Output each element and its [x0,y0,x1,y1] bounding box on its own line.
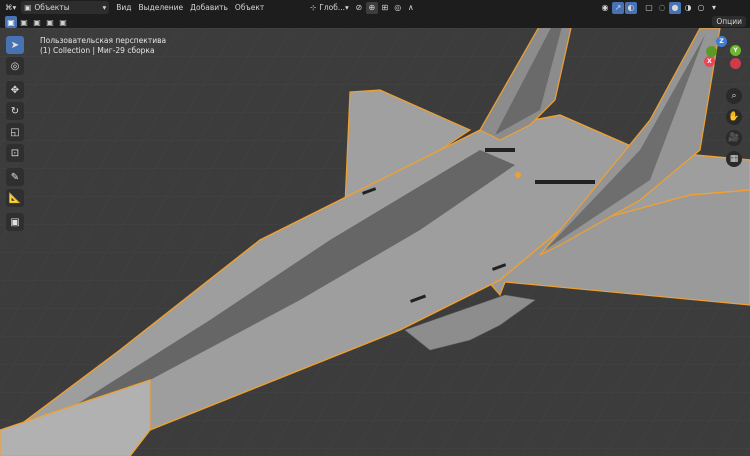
menu-add[interactable]: Добавить [190,3,228,12]
select-extend-icon[interactable]: ▣ [18,16,30,28]
visibility-icon[interactable]: ◉ [599,2,611,14]
gizmo-x-axis[interactable]: X [704,56,715,67]
proportional-edit-icon[interactable]: ◎ [392,2,404,14]
cursor-tool[interactable]: ◎ [6,57,24,75]
wireframe-shading-icon[interactable]: ◌ [656,2,668,14]
viewport-info: Пользовательская перспектива (1) Collect… [40,36,166,56]
gizmo-x-label: X [707,58,712,65]
move-tool[interactable]: ✥ [6,81,24,99]
navigation-gizmo[interactable]: Z Y X [704,34,744,78]
menu-view[interactable]: Вид [116,3,131,12]
viewport-header: ⌘ ▾ ▣ Объекты ▾ Вид Выделение Добавить Об… [0,0,750,15]
add-cube-tool[interactable]: ▣ [6,213,24,231]
gizmo-y-label: Y [733,47,738,54]
gizmo-y-axis[interactable]: Y [730,45,741,56]
zoom-button[interactable]: ⌕ [726,88,742,104]
move-icon: ✥ [10,84,20,96]
navigation-buttons: ⌕ ✋ 🎥 ▦ [726,88,746,172]
menu-object[interactable]: Объект [235,3,264,12]
transform-orientation-dropdown[interactable]: ⊹ Глоб... ▾ [307,1,352,14]
shading-options-icon[interactable]: ▾ [708,2,720,14]
mode-dropdown[interactable]: ▣ Объекты ▾ [21,1,110,14]
snap-icon[interactable]: ⊕ [365,1,378,14]
gizmo-toggle-icon[interactable]: ↗ [612,1,624,14]
mode-label: Объекты [34,3,70,12]
select-box-tool[interactable]: ➤ [6,36,24,54]
editor-type-button[interactable]: ⌘ ▾ [2,1,19,14]
falloff-icon[interactable]: ∧ [405,2,417,14]
grid-icon: ▦ [729,154,739,164]
solid-shading-icon[interactable]: ● [669,1,681,14]
pivot-point-icon[interactable]: ⊘ [353,2,365,14]
transform-icon: ⊡ [10,147,20,159]
scale-tool[interactable]: ◱ [6,123,24,141]
orientation-icon: ⊹ [310,3,317,12]
camera-view-button[interactable]: 🎥 [726,130,742,146]
select-invert-icon[interactable]: ▣ [57,16,69,28]
xray-icon[interactable]: ▢ [643,2,655,14]
tool-settings-row: ▣ ▣ ▣ ▣ ▣ [0,15,750,28]
perspective-toggle-button[interactable]: ▦ [726,151,742,167]
cube-icon: ▣ [10,216,20,228]
select-new-icon[interactable]: ▣ [5,16,17,28]
crosshair-icon: ◎ [10,60,20,72]
pencil-icon: ✎ [10,171,20,183]
gizmo-neg-x[interactable] [730,58,741,69]
overlays-toggle-icon[interactable]: ◐ [625,1,637,14]
ruler-icon: 📐 [8,192,22,204]
transform-orientation-label: Глоб... [319,3,346,12]
tool-shelf: ➤ ◎ ✥ ↻ ◱ ⊡ ✎ 📐 ▣ [6,36,28,234]
options-dropdown[interactable]: Опции [712,16,746,27]
slot [535,180,595,184]
chevron-down-icon: ▾ [102,3,107,12]
chevron-down-icon: ▾ [345,3,349,12]
gizmo-z-label: Z [719,38,724,45]
zoom-icon: ⌕ [731,91,737,101]
3d-viewport[interactable]: Z Y X [0,28,750,456]
snap-target-icon[interactable]: ⊞ [379,2,391,14]
cursor-arrow-icon: ➤ [10,39,20,51]
measure-tool[interactable]: 📐 [6,189,24,207]
annotate-tool[interactable]: ✎ [6,168,24,186]
pan-button[interactable]: ✋ [726,109,742,125]
collection-info: (1) Collection | Миг-29 сборка [40,46,155,55]
gizmo-z-axis[interactable]: Z [716,36,727,47]
menu-select[interactable]: Выделение [138,3,183,12]
view-name: Пользовательская перспектива [40,36,167,45]
camera-icon: 🎥 [728,133,740,143]
select-intersect-icon[interactable]: ▣ [44,16,56,28]
hand-icon: ✋ [728,112,740,122]
3d-viewport-icon: ⌘ [5,3,13,12]
scale-icon: ◱ [10,126,20,138]
object-origin[interactable] [515,172,521,178]
object-mode-icon: ▣ [24,3,32,12]
rendered-shading-icon[interactable]: ○ [695,2,707,14]
transform-tool[interactable]: ⊡ [6,144,24,162]
gizmo-neg-y[interactable] [706,46,717,57]
select-subtract-icon[interactable]: ▣ [31,16,43,28]
material-shading-icon[interactable]: ◑ [682,2,694,14]
slot [485,148,515,152]
rotate-tool[interactable]: ↻ [6,102,24,120]
rotate-icon: ↻ [10,105,20,117]
